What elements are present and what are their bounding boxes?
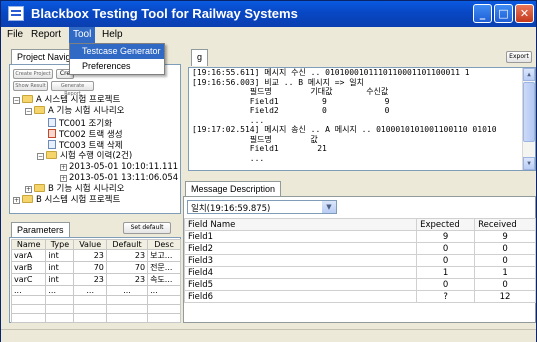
testcase-icon (48, 140, 56, 149)
collapse-icon[interactable]: − (37, 153, 44, 160)
table-row[interactable]: Field4 1 1 (183, 266, 536, 279)
menu-report[interactable]: Report (31, 29, 61, 40)
log-line: 필드명 값 (192, 134, 318, 144)
log-line: [19:16:55.611] 메시지 수신 .. 010100010111011… (192, 68, 470, 77)
table-row[interactable] (10, 295, 181, 305)
log-view[interactable]: [19:16:55.611] 메시지 수신 .. 010100010111011… (188, 67, 536, 171)
column-header[interactable]: Expected (416, 218, 476, 231)
table-row[interactable]: Field6 ? 12 (183, 290, 536, 303)
log-line: ... (192, 115, 265, 125)
column-header[interactable]: Type (45, 239, 75, 250)
menu-file[interactable]: File (7, 29, 23, 40)
column-header[interactable]: Field Name (183, 218, 418, 231)
scroll-down-icon[interactable]: ▼ (523, 157, 535, 170)
tab-log[interactable]: g (191, 49, 209, 66)
column-header[interactable]: Name (10, 239, 47, 250)
table-row[interactable]: Field3 0 0 (183, 254, 536, 267)
testcase-icon (48, 118, 56, 127)
log-line: Field1 9 9 (192, 96, 390, 106)
expand-icon[interactable]: + (60, 164, 67, 171)
tree-item-run-2[interactable]: +2013-05-01 13:11:06.054 (60, 173, 178, 184)
message-select[interactable]: 일치(19:16:59.875) ▼ (187, 200, 337, 214)
log-scrollbar[interactable]: ▲ ▼ (522, 68, 535, 170)
collapse-icon[interactable]: − (13, 97, 20, 104)
tree-item-tc001[interactable]: TC001 조기화 (48, 118, 112, 129)
tab-project-navigator[interactable]: Project Navig (11, 49, 77, 64)
expand-icon[interactable]: + (25, 186, 32, 193)
folder-icon (22, 95, 33, 103)
table-row[interactable]: Field1 9 9 (183, 230, 536, 243)
column-header[interactable]: Value (73, 239, 107, 250)
create-project-button[interactable]: Create Project (13, 69, 53, 79)
menu-tool[interactable]: Tool (69, 27, 96, 43)
log-line: Field1 21 (192, 144, 327, 153)
table-row[interactable]: varA int 23 23 보고... (10, 249, 181, 262)
folder-icon (34, 184, 45, 192)
show-result-button[interactable]: Show Result (13, 81, 48, 91)
expand-icon[interactable]: + (13, 197, 20, 204)
collapse-icon[interactable]: − (25, 108, 32, 115)
scroll-thumb[interactable] (523, 82, 535, 142)
testcase-error-icon (48, 129, 56, 138)
status-bar (1, 329, 536, 342)
column-header[interactable]: Desc (147, 239, 181, 250)
minimize-button[interactable]: _ (473, 4, 492, 23)
table-row[interactable]: ... ... ... ... ... (10, 285, 181, 296)
tab-message-description[interactable]: Message Description (185, 181, 282, 197)
window-title: Blackbox Testing Tool for Railway System… (31, 6, 298, 21)
tree-item-scenario-b[interactable]: + B 기능 시험 시나리오 (25, 184, 125, 195)
message-description-panel: 일치(19:16:59.875) ▼ Field Name Expected R… (183, 196, 536, 323)
folder-icon (46, 151, 57, 159)
tab-parameters[interactable]: Parameters (11, 222, 70, 237)
tree-item-tc002[interactable]: TC002 트랙 생성 (48, 129, 123, 140)
table-row[interactable]: Field2 0 0 (183, 242, 536, 255)
tree-item-tc003[interactable]: TC003 트랙 삭제 (48, 140, 123, 151)
table-row[interactable]: varB int 70 70 전문... (10, 261, 181, 274)
menu-help[interactable]: Help (102, 29, 123, 40)
table-row[interactable]: varC int 23 23 속도... (10, 273, 181, 286)
app-window: Blackbox Testing Tool for Railway System… (0, 0, 537, 342)
tool-menu-dropdown: Testcase Generator Preferences (69, 43, 165, 75)
menu-bar: File Report Tool Help (1, 27, 536, 43)
generate-report-button[interactable]: Generate Report (51, 81, 94, 97)
title-bar: Blackbox Testing Tool for Railway System… (1, 1, 536, 27)
set-default-button[interactable]: Set default (123, 222, 171, 234)
close-button[interactable]: ✕ (515, 4, 534, 23)
menu-item-testcase-generator[interactable]: Testcase Generator (70, 44, 164, 59)
log-line: Field2 0 0 (192, 106, 390, 115)
tree-item-scenario-a[interactable]: − A 기능 시험 시나리오 (25, 106, 124, 117)
app-icon (8, 6, 24, 21)
tree-item-project-a[interactable]: − A 시스템 시험 프로젝트 (13, 95, 120, 106)
tree-item-run-1[interactable]: +2013-05-01 10:10:11.111 (60, 162, 178, 173)
parameters-table: Name Type Value Default Desc varA int 23… (10, 239, 181, 323)
menu-item-preferences[interactable]: Preferences (70, 59, 164, 74)
column-header[interactable]: Default (105, 239, 149, 250)
log-line: 필드명 기대값 수신값 (192, 87, 389, 96)
parameters-panel: Name Type Value Default Desc varA int 23… (9, 237, 181, 323)
log-line: [19:17:02.514] 메시지 송신 .. A 메시지 .. 010001… (192, 125, 497, 134)
tree-item-project-b[interactable]: + B 시스템 시험 프로젝트 (13, 195, 120, 206)
expand-icon[interactable]: + (60, 175, 67, 182)
maximize-button[interactable]: □ (494, 4, 513, 23)
folder-icon (22, 195, 33, 203)
tree-item-history[interactable]: − 시험 수행 이력(2건) (37, 151, 132, 162)
column-header[interactable]: Received (474, 218, 536, 231)
log-line: ... (192, 153, 265, 163)
table-row[interactable] (10, 313, 181, 323)
log-line: [19:16:56.003] 비교 .. B 메시지 => 일치 (192, 77, 364, 87)
project-navigator-panel: Create Project Cre Show Result Generate … (9, 64, 181, 214)
scroll-up-icon[interactable]: ▲ (523, 68, 535, 81)
folder-icon (34, 106, 45, 114)
export-button[interactable]: Export (506, 51, 532, 63)
message-fields-table: Field Name Expected Received Field1 9 9 … (183, 218, 536, 303)
chevron-down-icon[interactable]: ▼ (322, 201, 336, 213)
table-row[interactable] (10, 304, 181, 314)
table-row[interactable]: Field5 0 0 (183, 278, 536, 291)
